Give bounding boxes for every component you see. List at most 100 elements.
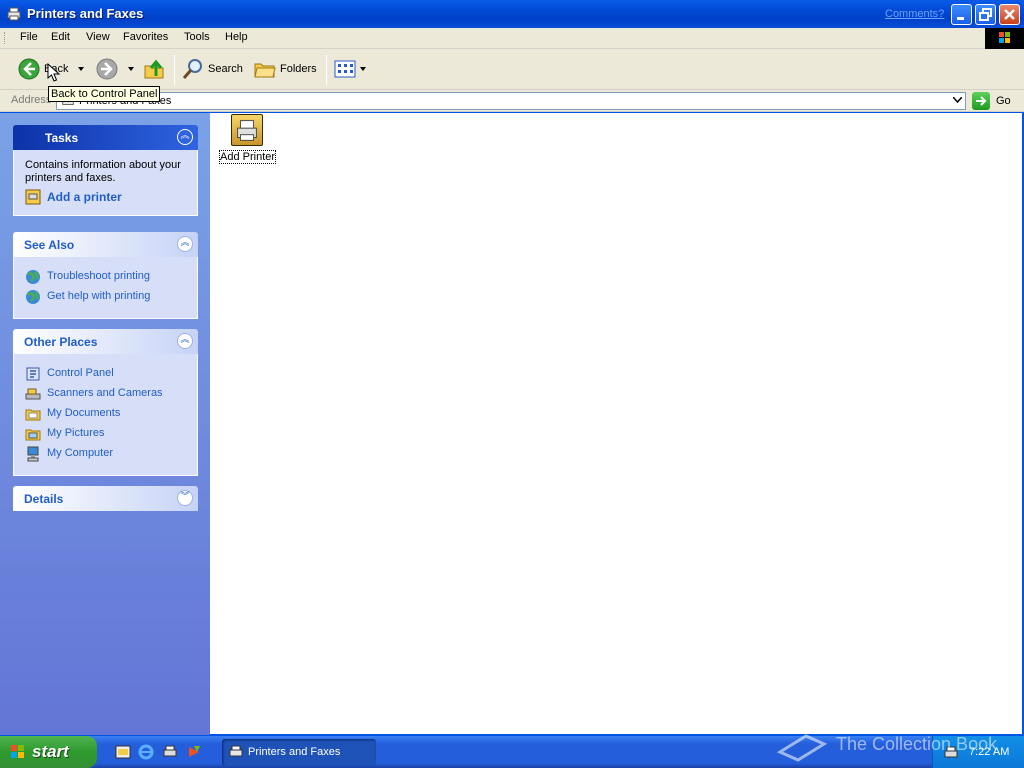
my-documents-link[interactable]: My Documents (25, 404, 186, 424)
folders-button[interactable]: Folders (252, 55, 320, 85)
watermark: The Collection Book (776, 730, 997, 767)
add-printer-icon (25, 189, 41, 205)
control-panel-link[interactable]: Control Panel (25, 364, 186, 384)
go-label: Go (996, 95, 1011, 107)
tasks-panel: Tasks ︽ Contains information about your … (13, 125, 198, 216)
scanners-cameras-link[interactable]: Scanners and Cameras (25, 384, 186, 404)
printers-folder-icon (229, 745, 243, 757)
other-places-panel: Other Places ︽ Control Panel Scanners an… (13, 329, 198, 476)
taskbar-item-label: Printers and Faxes (248, 746, 341, 758)
menu-tools[interactable]: Tools (184, 31, 210, 43)
my-pictures-link[interactable]: My Pictures (25, 424, 186, 444)
collapse-icon[interactable]: ︽ (177, 236, 193, 252)
my-computer-label: My Computer (47, 447, 114, 459)
printers-folder-icon (7, 7, 21, 21)
details-panel: Details ︾ (13, 486, 198, 511)
back-arrow-icon (18, 58, 40, 80)
menu-favorites[interactable]: Favorites (123, 31, 168, 43)
restore-button[interactable] (975, 4, 996, 25)
toolbar-separator (174, 55, 175, 85)
my-pictures-label: My Pictures (47, 427, 105, 439)
my-documents-label: My Documents (47, 407, 121, 419)
title-bar[interactable]: Printers and Faxes Comments? (0, 0, 1024, 28)
go-arrow-icon (972, 92, 990, 110)
minimize-button[interactable] (951, 4, 972, 25)
expand-icon[interactable]: ︾ (177, 490, 193, 506)
views-icon (334, 60, 356, 78)
scanner-icon (25, 388, 41, 400)
other-places-panel-header[interactable]: Other Places ︽ (13, 329, 198, 354)
forward-history-dropdown[interactable] (126, 55, 136, 85)
go-button[interactable]: Go (972, 92, 1018, 110)
watermark-text: The Collection Book (836, 734, 998, 754)
get-help-printing-label: Get help with printing (47, 290, 151, 302)
window-title: Printers and Faxes (27, 6, 144, 21)
computer-icon (27, 446, 39, 462)
search-icon (182, 59, 202, 79)
close-icon (1004, 9, 1015, 20)
minimize-icon (957, 17, 964, 20)
dropdown-arrow-icon (360, 67, 366, 71)
menu-edit[interactable]: Edit (51, 31, 70, 43)
search-button[interactable]: Search (180, 55, 246, 85)
collapse-icon[interactable]: ︽ (177, 333, 193, 349)
get-help-printing-link[interactable]: Get help with printing (25, 287, 186, 307)
control-panel-label: Control Panel (47, 367, 114, 379)
details-panel-title: Details (24, 492, 64, 506)
menu-view[interactable]: View (86, 31, 110, 43)
taskbar-item-printers-and-faxes[interactable]: Printers and Faxes (222, 739, 376, 766)
add-printer-item-label: Add Printer (219, 150, 276, 164)
windows-logo (985, 28, 1024, 49)
forward-button[interactable] (96, 55, 122, 85)
windows-flag-icon (999, 32, 1010, 43)
file-view[interactable] (210, 113, 1022, 734)
book-watermark-icon (776, 734, 828, 762)
collapse-icon[interactable]: ︽ (177, 129, 193, 145)
start-button[interactable]: start (0, 736, 97, 768)
scanners-cameras-label: Scanners and Cameras (47, 387, 163, 399)
chevron-down-icon (951, 96, 963, 104)
control-panel-icon (26, 367, 40, 381)
troubleshoot-printing-label: Troubleshoot printing (47, 270, 150, 282)
close-button[interactable] (999, 4, 1020, 25)
dropdown-arrow-icon (128, 67, 134, 71)
explorer-window: Printers and Faxes Comments? File Edit V… (0, 0, 1024, 736)
add-printer-label: Add a printer (47, 190, 122, 204)
show-desktop-icon[interactable] (115, 744, 131, 760)
back-button[interactable]: Back (16, 55, 76, 85)
globe-icon (26, 290, 40, 304)
troubleshoot-printing-link[interactable]: Troubleshoot printing (25, 267, 186, 287)
printer-quicklaunch-icon[interactable] (162, 744, 178, 760)
address-field[interactable]: Printers and Faxes (56, 92, 966, 110)
up-folder-icon (144, 59, 164, 79)
menu-bar: File Edit View Favorites Tools Help (0, 28, 1024, 49)
tasks-panel-header[interactable]: Tasks ︽ (13, 125, 198, 150)
comments-link[interactable]: Comments? (885, 8, 944, 20)
see-also-panel: See Also ︽ Troubleshoot printing Get hel… (13, 232, 198, 319)
menu-help[interactable]: Help (225, 31, 248, 43)
add-printer-link[interactable]: Add a printer (25, 187, 186, 207)
forward-arrow-icon (96, 58, 118, 80)
menu-file[interactable]: File (20, 31, 38, 43)
my-computer-link[interactable]: My Computer (25, 444, 186, 464)
see-also-panel-title: See Also (24, 238, 75, 252)
tasks-description: Contains information about your printers… (25, 159, 181, 184)
dropdown-arrow-icon (78, 67, 84, 71)
media-icon[interactable] (186, 744, 202, 760)
menu-grip[interactable] (4, 32, 7, 44)
address-label: Address (11, 94, 52, 106)
address-dropdown-button[interactable] (949, 93, 965, 109)
folders-label: Folders (280, 63, 317, 75)
views-button[interactable] (332, 55, 368, 85)
mouse-cursor-icon (47, 63, 61, 82)
folder-icon (25, 409, 41, 421)
windows-flag-icon (11, 745, 24, 758)
back-history-dropdown[interactable] (76, 55, 86, 85)
folder-icon (25, 429, 41, 441)
details-panel-header[interactable]: Details ︾ (13, 486, 198, 511)
up-folder-button[interactable] (141, 55, 167, 85)
see-also-panel-header[interactable]: See Also ︽ (13, 232, 198, 257)
tasks-panel-title: Tasks (45, 131, 79, 145)
other-places-panel-title: Other Places (24, 335, 98, 349)
internet-explorer-icon[interactable] (138, 744, 154, 760)
